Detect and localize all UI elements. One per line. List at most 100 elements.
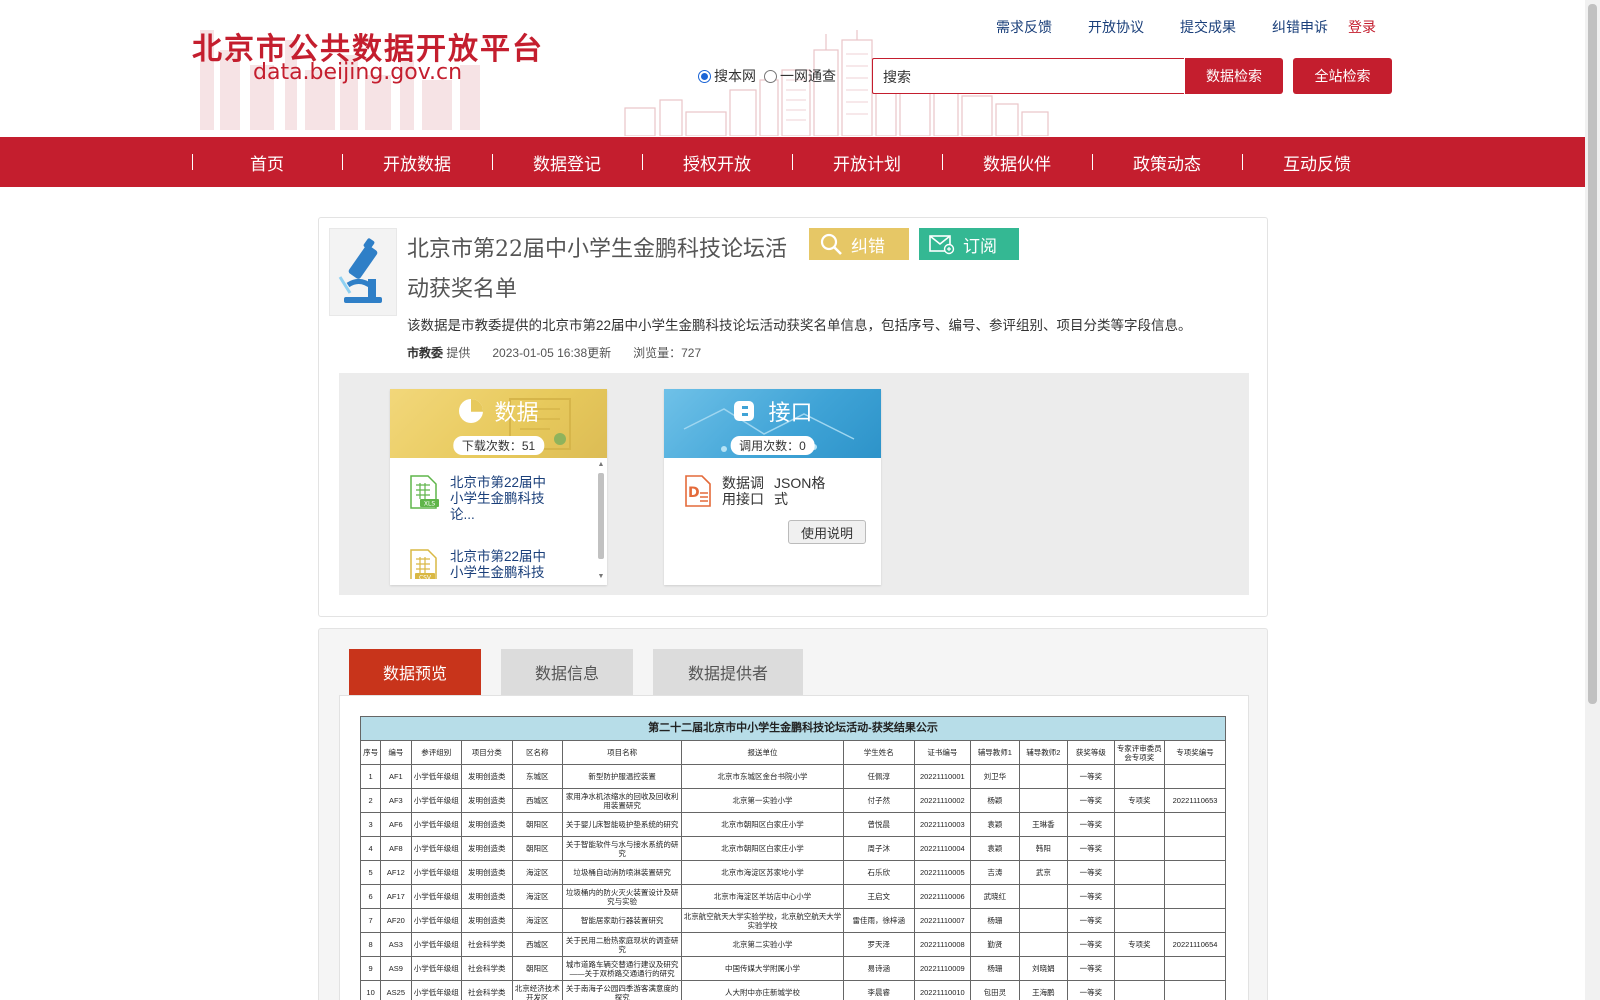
- table-cell: 发明创造类: [461, 908, 513, 933]
- table-cell: 一等奖: [1067, 884, 1115, 909]
- toplink-submit-results[interactable]: 提交成果: [1180, 17, 1236, 37]
- data-search-button[interactable]: 数据检索: [1185, 58, 1283, 94]
- login-link[interactable]: 登录: [1348, 17, 1376, 37]
- svg-text:D: D: [688, 485, 700, 501]
- scroll-down-icon[interactable]: ▼: [597, 573, 605, 581]
- table-header-cell: 获奖等级: [1067, 740, 1115, 765]
- table-cell: [1164, 980, 1226, 1000]
- table-cell: 北京第一实验小学: [681, 788, 844, 813]
- table-cell: 关于民用二胎热家庭现状的调查研究: [561, 932, 683, 957]
- nav-data-registration[interactable]: 数据登记: [492, 137, 642, 187]
- table-cell: 5: [359, 860, 382, 885]
- usage-instructions-button[interactable]: 使用说明: [788, 520, 866, 544]
- dataset-category-thumbnail: [329, 228, 397, 316]
- table-cell: 朝阳区: [511, 836, 563, 861]
- table-cell: 专项奖: [1113, 932, 1166, 957]
- page-scrollbar-thumb[interactable]: [1588, 4, 1597, 704]
- correct-error-label: 纠错: [851, 236, 885, 256]
- api-format-label: JSON格式: [774, 475, 826, 507]
- tab-data-provider[interactable]: 数据提供者: [653, 649, 803, 695]
- table-cell: AS3: [380, 932, 412, 957]
- table-cell: [1018, 932, 1069, 957]
- table-cell: 小学低年级组: [410, 932, 462, 957]
- page-scrollbar[interactable]: [1585, 0, 1600, 1000]
- xls-file-icon: XLS: [410, 475, 439, 509]
- table-cell: AF17: [380, 884, 412, 909]
- correct-error-button[interactable]: 纠错: [809, 228, 909, 260]
- table-cell: 7: [359, 908, 382, 933]
- table-cell: 王琳香: [1018, 812, 1069, 837]
- updated-time: 2023-01-05 16:38更新: [492, 346, 612, 360]
- table-cell: [1113, 908, 1166, 933]
- file-list-clip: CSV 北京市第22届中小学生金鹏科技论...: [390, 549, 595, 579]
- nav-data-partners[interactable]: 数据伙伴: [942, 137, 1092, 187]
- scroll-up-icon[interactable]: ▲: [597, 461, 605, 469]
- table-cell: 小学低年级组: [410, 956, 462, 981]
- table-cell: 一等奖: [1067, 908, 1115, 933]
- nav-policy-news[interactable]: 政策动态: [1092, 137, 1242, 187]
- table-cell: 一等奖: [1067, 764, 1115, 789]
- toplink-feedback[interactable]: 需求反馈: [996, 17, 1052, 37]
- radio-all-search[interactable]: 一网通查: [764, 66, 836, 86]
- subscribe-button[interactable]: 订阅: [919, 228, 1019, 260]
- search-input[interactable]: 搜索: [872, 58, 1184, 94]
- provider-suffix: 提供: [446, 346, 471, 360]
- radio-button-unselected[interactable]: [764, 69, 777, 83]
- download-count: 下载次数：51: [452, 436, 545, 455]
- nav-open-plan[interactable]: 开放计划: [792, 137, 942, 187]
- file-list-scrollbar[interactable]: ▲ ▼: [597, 461, 605, 581]
- table-cell: 勤贤: [970, 932, 1020, 957]
- table-cell: 20221110654: [1164, 932, 1226, 957]
- table-cell: 发明创造类: [461, 788, 513, 813]
- table-row: 6 AF17 小学低年级组 发明创造类 海淀区 垃圾桶内的防火灭火装置设计及研究与实验 北京…: [359, 884, 1226, 909]
- table-cell: 20221110003: [913, 812, 972, 837]
- table-cell: AF8: [380, 836, 412, 861]
- nav-open-data[interactable]: 开放数据: [342, 137, 492, 187]
- file-name-xls[interactable]: 北京市第22届中小学生金鹏科技论...: [450, 475, 550, 523]
- table-cell: 20221110010: [913, 980, 972, 1000]
- api-box-header: 接口 调用次数：0: [664, 389, 881, 458]
- site-search-button[interactable]: 全站检索: [1293, 58, 1392, 94]
- api-info-row: D 数据调用接口 JSON格式: [684, 475, 826, 507]
- table-cell: 任佩淳: [842, 764, 915, 789]
- toplink-agreement[interactable]: 开放协议: [1088, 17, 1144, 37]
- radio-site-search[interactable]: 搜本网: [698, 66, 756, 86]
- table-header-cell: 参评组别: [410, 740, 462, 765]
- radio-all-label: 一网通查: [780, 68, 836, 84]
- site-logo-url[interactable]: data.beijing.gov.cn: [253, 60, 462, 85]
- table-cell: 东城区: [511, 764, 563, 789]
- nav-interactive-feedback[interactable]: 互动反馈: [1242, 137, 1392, 187]
- nav-authorized-open[interactable]: 授权开放: [642, 137, 792, 187]
- file-item-xls[interactable]: XLS 北京市第22届中小学生金鹏科技论...: [408, 475, 550, 523]
- table-cell: AF12: [380, 860, 412, 885]
- table-row: 2 AF3 小学低年级组 发明创造类 西城区 家用净水机浓缩水的回收及回收利用装置研究 北京…: [359, 788, 1226, 813]
- table-cell: 关于婴儿床智能吸护垫系统的研究: [561, 812, 683, 837]
- toplink-complaint[interactable]: 纠错申诉: [1272, 17, 1328, 37]
- detail-tabs-card: 数据预览 数据信息 数据提供者 第二十二届北京市中小学生金鹏科技论坛活动-获奖结…: [318, 628, 1268, 1000]
- table-cell: AS25: [380, 980, 412, 1000]
- table-header-cell: 报送单位: [681, 740, 844, 765]
- table-cell: 20221110004: [913, 836, 972, 861]
- provider-name[interactable]: 市教委: [407, 346, 443, 360]
- table-cell: [1113, 860, 1166, 885]
- tab-data-info[interactable]: 数据信息: [501, 649, 633, 695]
- nav-home[interactable]: 首页: [192, 137, 342, 187]
- scrollbar-thumb[interactable]: [598, 473, 604, 559]
- file-item-csv[interactable]: CSV 北京市第22届中小学生金鹏科技论...: [408, 549, 550, 579]
- file-name-csv[interactable]: 北京市第22届中小学生金鹏科技论...: [450, 549, 550, 579]
- table-cell: 20221110008: [913, 932, 972, 957]
- table-cell: AS9: [380, 956, 412, 981]
- table-cell: [1018, 908, 1069, 933]
- table-cell: 20221110009: [913, 956, 972, 981]
- table-cell: 发明创造类: [461, 884, 513, 909]
- tab-data-preview[interactable]: 数据预览: [349, 649, 481, 695]
- table-cell: 10: [359, 980, 382, 1000]
- page: 北京市公共数据开放平台 data.beijing.gov.cn 需求反馈 开放协…: [0, 0, 1600, 1000]
- top-links: 需求反馈 开放协议 提交成果 纠错申诉 登录: [996, 17, 1376, 37]
- table-cell: AF6: [380, 812, 412, 837]
- view-count: 浏览量：727: [633, 346, 702, 360]
- table-cell: 人大附中亦庄新城学校: [681, 980, 844, 1000]
- radio-button-selected[interactable]: [698, 69, 711, 83]
- table-cell: 小学低年级组: [410, 764, 462, 789]
- table-cell: 社会科学类: [461, 980, 513, 1000]
